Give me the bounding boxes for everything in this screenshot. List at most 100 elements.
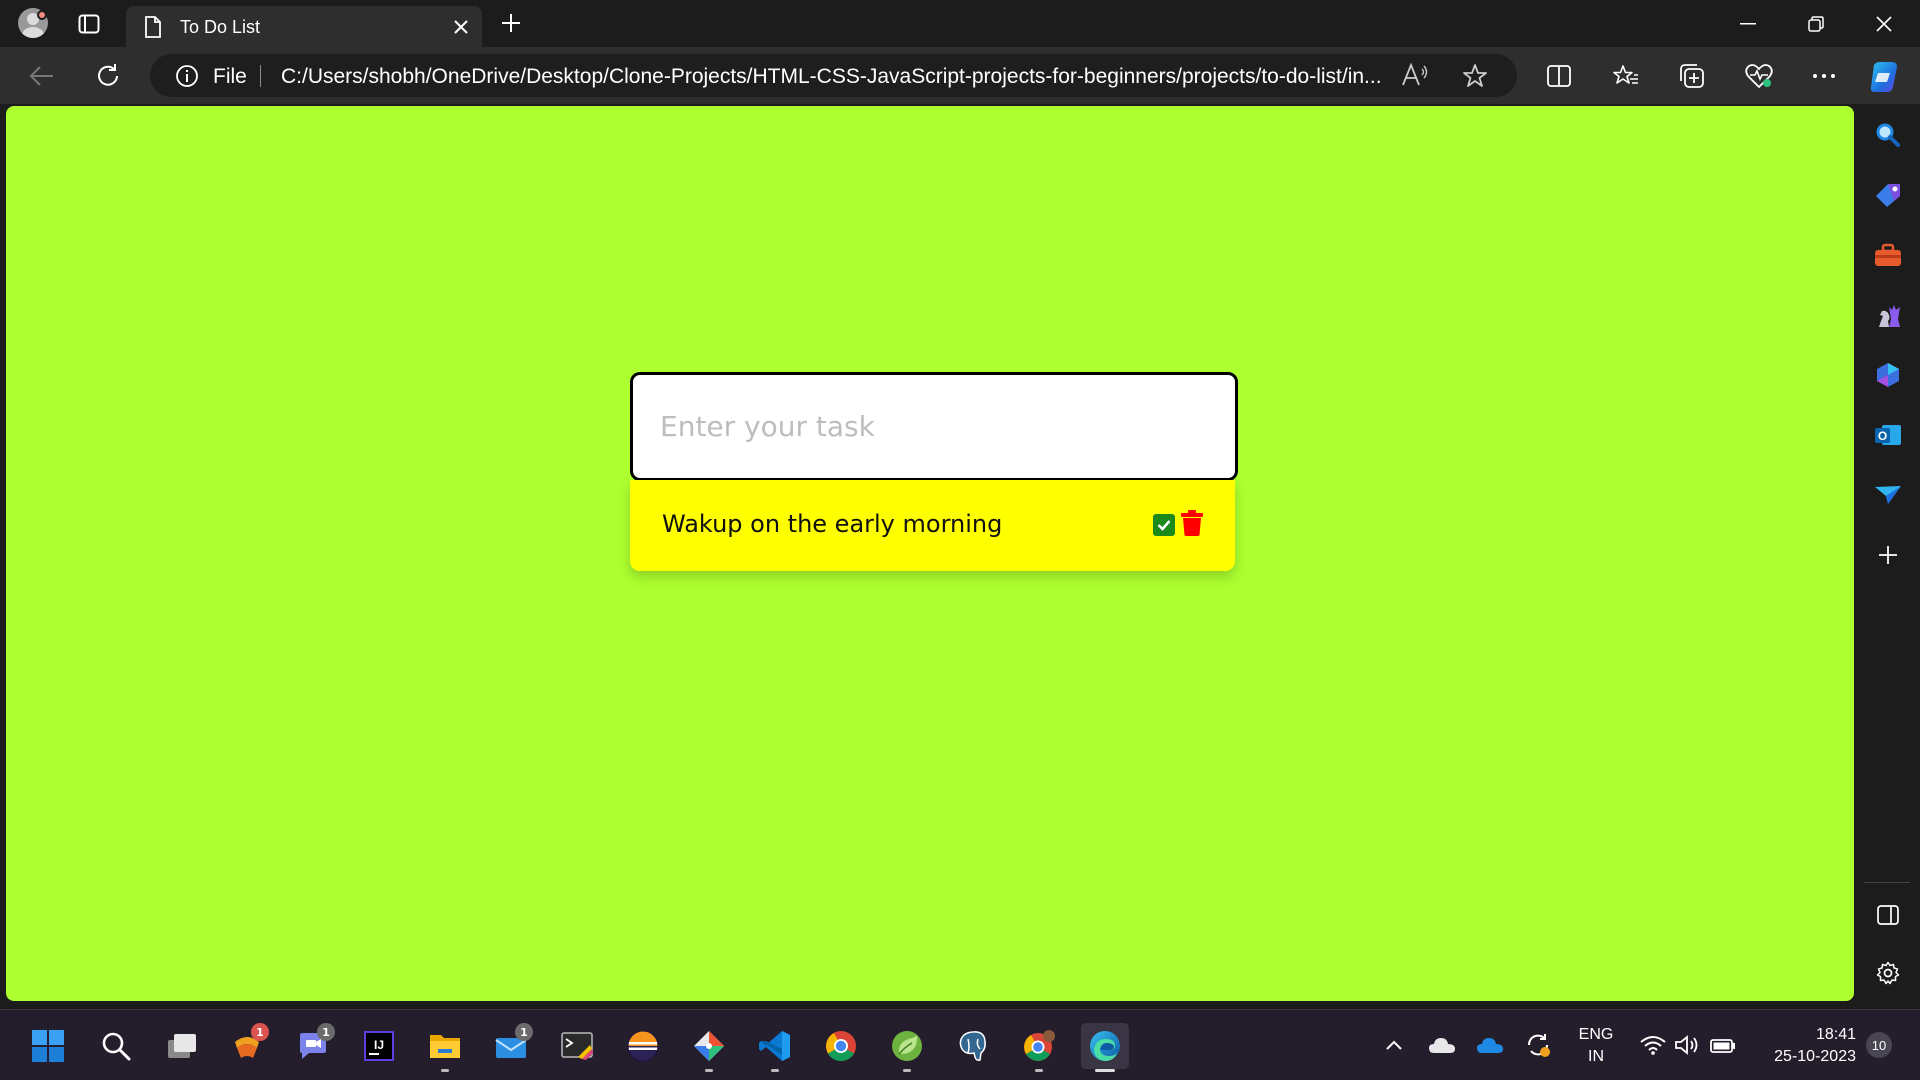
taskbar-app-snipping-tool[interactable] [553, 1023, 601, 1069]
edge-icon [1090, 1031, 1120, 1061]
sidebar-games-button[interactable] [1871, 298, 1905, 332]
tab-actions-button[interactable] [72, 8, 106, 40]
taskbar-app-chrome-profile[interactable] [1015, 1023, 1063, 1072]
refresh-button[interactable] [88, 56, 128, 96]
snipping-icon [561, 1032, 593, 1060]
running-indicator [1035, 1069, 1043, 1072]
chrome-profile-icon [1024, 1030, 1055, 1061]
delete-task-button[interactable] [1181, 510, 1203, 536]
address-divider [260, 65, 261, 87]
search-icon [102, 1032, 131, 1061]
tag-icon [1876, 184, 1900, 207]
windows-logo-icon [32, 1030, 64, 1062]
toolbox-icon [1875, 243, 1901, 266]
sidebar-send-button[interactable] [1871, 478, 1905, 512]
taskbar-app-teams[interactable]: 1 [289, 1023, 337, 1069]
close-icon [454, 20, 468, 34]
eclipse-icon [627, 1030, 659, 1062]
collections-icon [1680, 64, 1704, 88]
read-aloud-button[interactable] [1401, 63, 1431, 89]
running-indicator [705, 1069, 713, 1072]
sync-tray[interactable] [1522, 1030, 1554, 1060]
taskbar-app-vscode[interactable] [751, 1023, 799, 1072]
read-aloud-icon [1402, 63, 1428, 86]
taskbar-app-git[interactable] [685, 1023, 733, 1072]
sidebar-add-button[interactable] [1871, 538, 1905, 572]
sidebar-search-button[interactable] [1871, 118, 1905, 152]
profile-button[interactable] [13, 6, 53, 40]
task-view-button[interactable] [158, 1023, 206, 1069]
hide-sidebar-button[interactable] [1871, 898, 1905, 932]
restore-icon [1808, 15, 1824, 32]
taskbar-app-file-explorer[interactable] [421, 1023, 469, 1072]
close-window-button[interactable] [1850, 0, 1918, 47]
wifi-icon [1640, 1036, 1666, 1055]
address-bar[interactable]: File C:/Users/shobh/OneDrive/Desktop/Clo… [150, 54, 1517, 97]
paper-plane-icon [1875, 486, 1901, 504]
mail-badge: 1 [515, 1023, 533, 1041]
sidebar-outlook-button[interactable]: O [1871, 418, 1905, 452]
clock[interactable]: 18:41 25-10-2023 [1752, 1024, 1856, 1068]
task-item-text: Wakup on the early morning [662, 510, 1003, 538]
volume-tray[interactable] [1671, 1030, 1703, 1060]
add-favorite-button[interactable] [1462, 63, 1488, 89]
star-icon [1463, 64, 1487, 87]
complete-task-button[interactable] [1153, 514, 1175, 536]
taskbar-app-spring-tools[interactable] [883, 1023, 931, 1072]
split-pane-icon [1877, 905, 1899, 925]
sidebar-tools-button[interactable] [1871, 238, 1905, 272]
task-input[interactable] [660, 375, 1200, 478]
battery-tray[interactable] [1707, 1030, 1739, 1060]
sidebar-settings-button[interactable] [1871, 956, 1905, 990]
close-icon [1876, 15, 1892, 32]
tab-close-button[interactable] [448, 14, 474, 40]
taskbar-app-intellij[interactable]: IJ [355, 1023, 403, 1069]
favorites-icon [1613, 65, 1638, 84]
arrow-left-icon [29, 66, 53, 86]
language-indicator[interactable]: ENG IN [1573, 1024, 1619, 1068]
running-indicator [441, 1069, 449, 1072]
browser-essentials-button[interactable] [1739, 56, 1779, 96]
back-button[interactable] [21, 56, 61, 96]
onedrive-personal-tray[interactable] [1426, 1030, 1458, 1060]
collections-button[interactable] [1672, 56, 1712, 96]
taskbar-app-edge[interactable] [1081, 1023, 1129, 1072]
taskbar-search-button[interactable] [92, 1023, 140, 1069]
taskbar-app-widgets[interactable]: 1 [223, 1023, 271, 1069]
split-screen-icon [1547, 65, 1571, 87]
tab-to-do-list[interactable]: To Do List [126, 6, 482, 47]
info-icon[interactable] [175, 64, 199, 88]
start-button[interactable] [24, 1023, 72, 1069]
wifi-tray[interactable] [1637, 1030, 1669, 1060]
minimize-button[interactable] [1714, 0, 1782, 47]
sidebar-shopping-button[interactable] [1871, 178, 1905, 212]
taskbar-app-chrome[interactable] [817, 1023, 865, 1069]
show-hidden-icons-button[interactable] [1378, 1030, 1410, 1060]
volume-icon [1675, 1035, 1698, 1055]
heart-pulse-icon [1745, 64, 1773, 89]
task-input-box[interactable] [630, 372, 1238, 481]
svg-text:IJ: IJ [374, 1038, 384, 1052]
more-menu-button[interactable] [1804, 56, 1844, 96]
sync-icon [1527, 1034, 1550, 1057]
notification-center-button[interactable]: 10 [1866, 1032, 1892, 1058]
outlook-icon: O [1875, 425, 1901, 445]
taskbar-app-postgresql[interactable] [949, 1023, 997, 1069]
svg-text:O: O [1878, 429, 1887, 443]
sidebar-divider [1864, 882, 1910, 883]
taskbar-app-mail[interactable]: 1 [487, 1023, 535, 1069]
favorites-button[interactable] [1606, 56, 1646, 96]
restore-button[interactable] [1782, 0, 1850, 47]
onedrive-tray[interactable] [1474, 1030, 1506, 1060]
sidebar-copilot-button[interactable] [1871, 358, 1905, 392]
settings-icon [1876, 961, 1900, 985]
search-icon [1876, 123, 1900, 147]
new-tab-button[interactable] [496, 8, 526, 38]
copilot-button[interactable] [1863, 56, 1905, 98]
taskbar-app-eclipse[interactable] [619, 1023, 667, 1069]
chevron-up-icon [1386, 1040, 1402, 1050]
vscode-icon [759, 1031, 790, 1061]
split-screen-button[interactable] [1539, 56, 1579, 96]
address-url[interactable]: C:/Users/shobh/OneDrive/Desktop/Clone-Pr… [281, 65, 1391, 89]
copilot-icon [1877, 363, 1899, 387]
